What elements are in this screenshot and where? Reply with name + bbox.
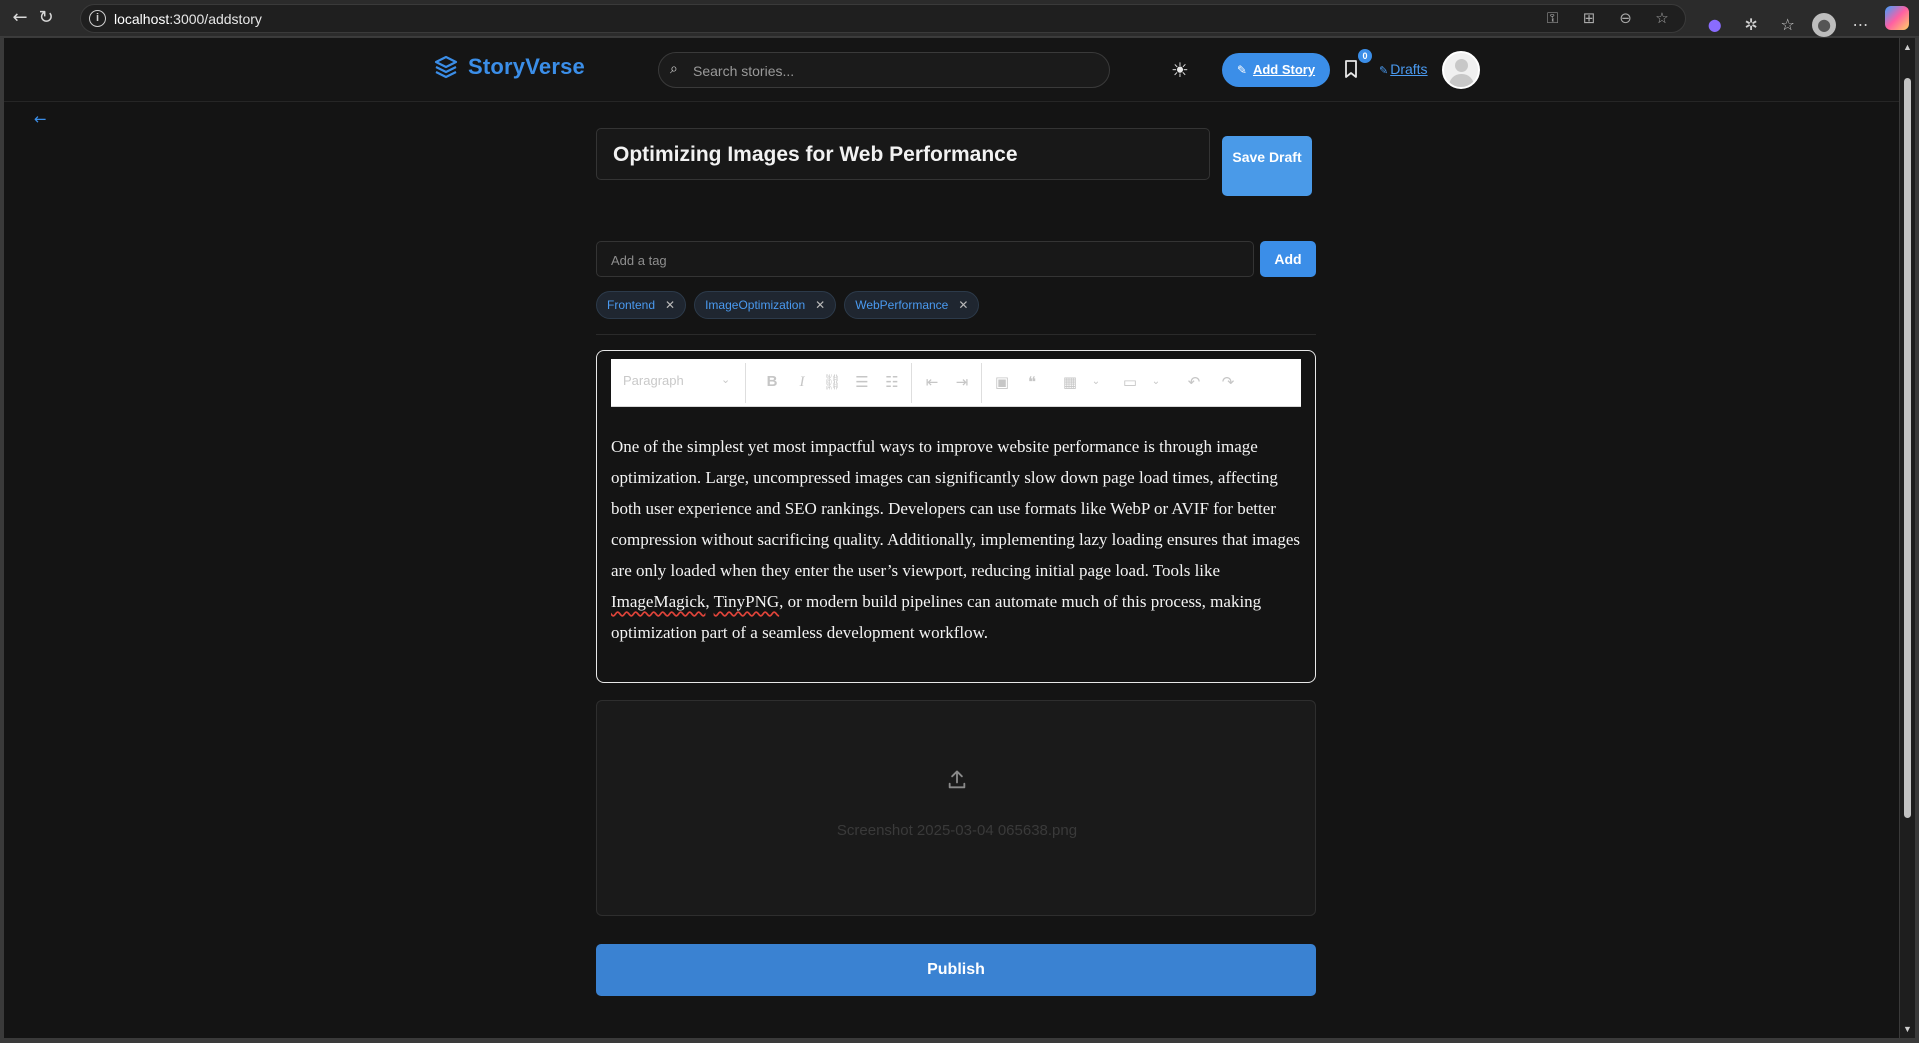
misspelled-word: ImageMagick	[611, 592, 706, 611]
scroll-down-icon[interactable]: ▼	[1902, 1024, 1913, 1034]
editor-toolbar: Paragraph ⌄ B I ⛓ ☰ ☷ ⇤ ⇥ ▣ ❝ ▦ ⌄ ▭ ⌄ ↶ …	[611, 359, 1301, 407]
toolbar-separator	[981, 363, 982, 403]
story-title: Optimizing Images for Web Performance	[613, 143, 1018, 166]
address-bar[interactable]: i localhost:3000/addstory ⚿ ⊞ ⊖ ☆	[80, 4, 1686, 33]
save-draft-button[interactable]: Save Draft	[1222, 136, 1312, 196]
table-icon[interactable]: ▦	[1057, 371, 1083, 393]
extension-drop-icon[interactable]: ●	[1703, 13, 1727, 37]
browser-profile-icon[interactable]: ●	[1812, 13, 1837, 37]
body-text: ,	[705, 592, 714, 611]
user-avatar[interactable]	[1442, 51, 1480, 89]
chevron-down-icon[interactable]: ⌄	[1143, 371, 1169, 393]
bookmark-count-badge: 0	[1358, 49, 1372, 63]
rich-text-editor: Paragraph ⌄ B I ⛓ ☰ ☷ ⇤ ⇥ ▣ ❝ ▦ ⌄ ▭ ⌄ ↶ …	[596, 350, 1316, 683]
more-menu-icon[interactable]: ⋯	[1849, 13, 1873, 37]
chevron-down-icon: ⌄	[721, 373, 731, 386]
redo-icon[interactable]: ↷	[1215, 371, 1241, 393]
misspelled-word: TinyPNG	[713, 592, 780, 611]
tag-chip: Frontend ✕	[596, 291, 687, 319]
browser-toolbar: ← ↻ i localhost:3000/addstory ⚿ ⊞ ⊖ ☆ ● …	[0, 0, 1919, 37]
search-input[interactable]	[693, 61, 1093, 81]
link-icon[interactable]: ⛓	[819, 371, 845, 393]
block-style-dropdown[interactable]: Paragraph	[623, 373, 684, 388]
extensions-puzzle-icon[interactable]: ✲	[1739, 13, 1763, 37]
app-grid-icon[interactable]: ⊞	[1578, 9, 1600, 27]
page-scrollbar[interactable]: ▲ ▼	[1900, 38, 1915, 1038]
avatar-head	[1455, 59, 1468, 72]
favorites-icon[interactable]: ☆	[1776, 13, 1800, 37]
tag-chip: WebPerformance ✕	[844, 291, 980, 319]
zoom-out-icon[interactable]: ⊖	[1615, 9, 1637, 27]
back-arrow-icon[interactable]: ←	[34, 110, 47, 128]
key-icon[interactable]: ⚿	[1542, 9, 1564, 27]
chevron-down-icon[interactable]: ⌄	[1083, 371, 1109, 393]
editor-content[interactable]: One of the simplest yet most impactful w…	[611, 431, 1301, 648]
logo-text: StoryVerse	[468, 54, 585, 79]
tag-list: Frontend ✕ ImageOptimization ✕ WebPerfor…	[596, 291, 980, 319]
image-icon[interactable]: ▣	[989, 371, 1015, 393]
bookmark-icon[interactable]: 0	[1344, 49, 1372, 82]
indent-icon[interactable]: ⇥	[949, 371, 975, 393]
outdent-icon[interactable]: ⇤	[919, 371, 945, 393]
blockquote-icon[interactable]: ❝	[1019, 371, 1045, 393]
remove-tag-icon[interactable]: ✕	[815, 298, 825, 312]
italic-icon[interactable]: I	[789, 371, 815, 393]
pencil-icon: ✎	[1379, 64, 1389, 77]
tag-chip: ImageOptimization ✕	[694, 291, 837, 319]
toolbar-separator	[745, 363, 746, 403]
avatar-body	[1449, 74, 1474, 87]
bulleted-list-icon[interactable]: ☰	[849, 371, 875, 393]
upload-icon	[948, 770, 966, 789]
publish-button[interactable]: Publish	[596, 944, 1316, 996]
numbered-list-icon[interactable]: ☷	[879, 371, 905, 393]
remove-tag-icon[interactable]: ✕	[958, 298, 968, 312]
remove-tag-icon[interactable]: ✕	[665, 298, 675, 312]
scrollbar-thumb[interactable]	[1904, 78, 1911, 818]
theme-toggle-sun-icon[interactable]: ☀	[1168, 58, 1192, 82]
tag-input[interactable]	[611, 251, 1231, 269]
toolbar-separator	[911, 363, 912, 403]
search-bar: ⌕	[658, 52, 1110, 88]
url-text: localhost:3000/addstory	[114, 11, 262, 27]
search-icon: ⌕	[670, 61, 678, 77]
scroll-up-icon[interactable]: ▲	[1902, 42, 1913, 52]
logo[interactable]: StoryVerse	[434, 54, 585, 80]
site-info-icon[interactable]: i	[89, 10, 106, 27]
pencil-icon: ✎	[1236, 63, 1247, 77]
story-title-field[interactable]: Optimizing Images for Web Performance	[596, 128, 1210, 180]
page-viewport: StoryVerse ⌕ ☀ ✎Add Story 0 ✎Drafts ←	[4, 38, 1899, 1038]
add-story-button[interactable]: ✎ Add Story	[1222, 53, 1330, 87]
undo-icon[interactable]: ↶	[1181, 371, 1207, 393]
tag-label: Frontend	[607, 298, 656, 312]
add-tag-button[interactable]: Add	[1260, 241, 1316, 277]
tag-field	[596, 241, 1254, 277]
body-text: One of the simplest yet most impactful w…	[611, 437, 1300, 580]
back-arrow-icon[interactable]: ←	[8, 6, 32, 30]
copilot-icon[interactable]	[1885, 6, 1909, 30]
uploaded-filename: Screenshot 2025-03-04 065638.png	[836, 822, 1078, 839]
tag-label: WebPerformance	[855, 298, 949, 312]
layers-icon	[434, 55, 458, 79]
tag-label: ImageOptimization	[705, 298, 806, 312]
image-upload-dropzone[interactable]: Screenshot 2025-03-04 065638.png	[596, 700, 1316, 916]
media-icon[interactable]: ▭	[1117, 371, 1143, 393]
section-divider	[596, 334, 1316, 335]
app-header: StoryVerse ⌕ ☀ ✎Add Story 0 ✎Drafts	[4, 38, 1899, 102]
favorite-star-icon[interactable]: ☆	[1651, 9, 1673, 27]
reload-icon[interactable]: ↻	[34, 6, 58, 30]
bold-icon[interactable]: B	[759, 371, 785, 393]
drafts-link[interactable]: ✎ Drafts	[1379, 61, 1428, 77]
